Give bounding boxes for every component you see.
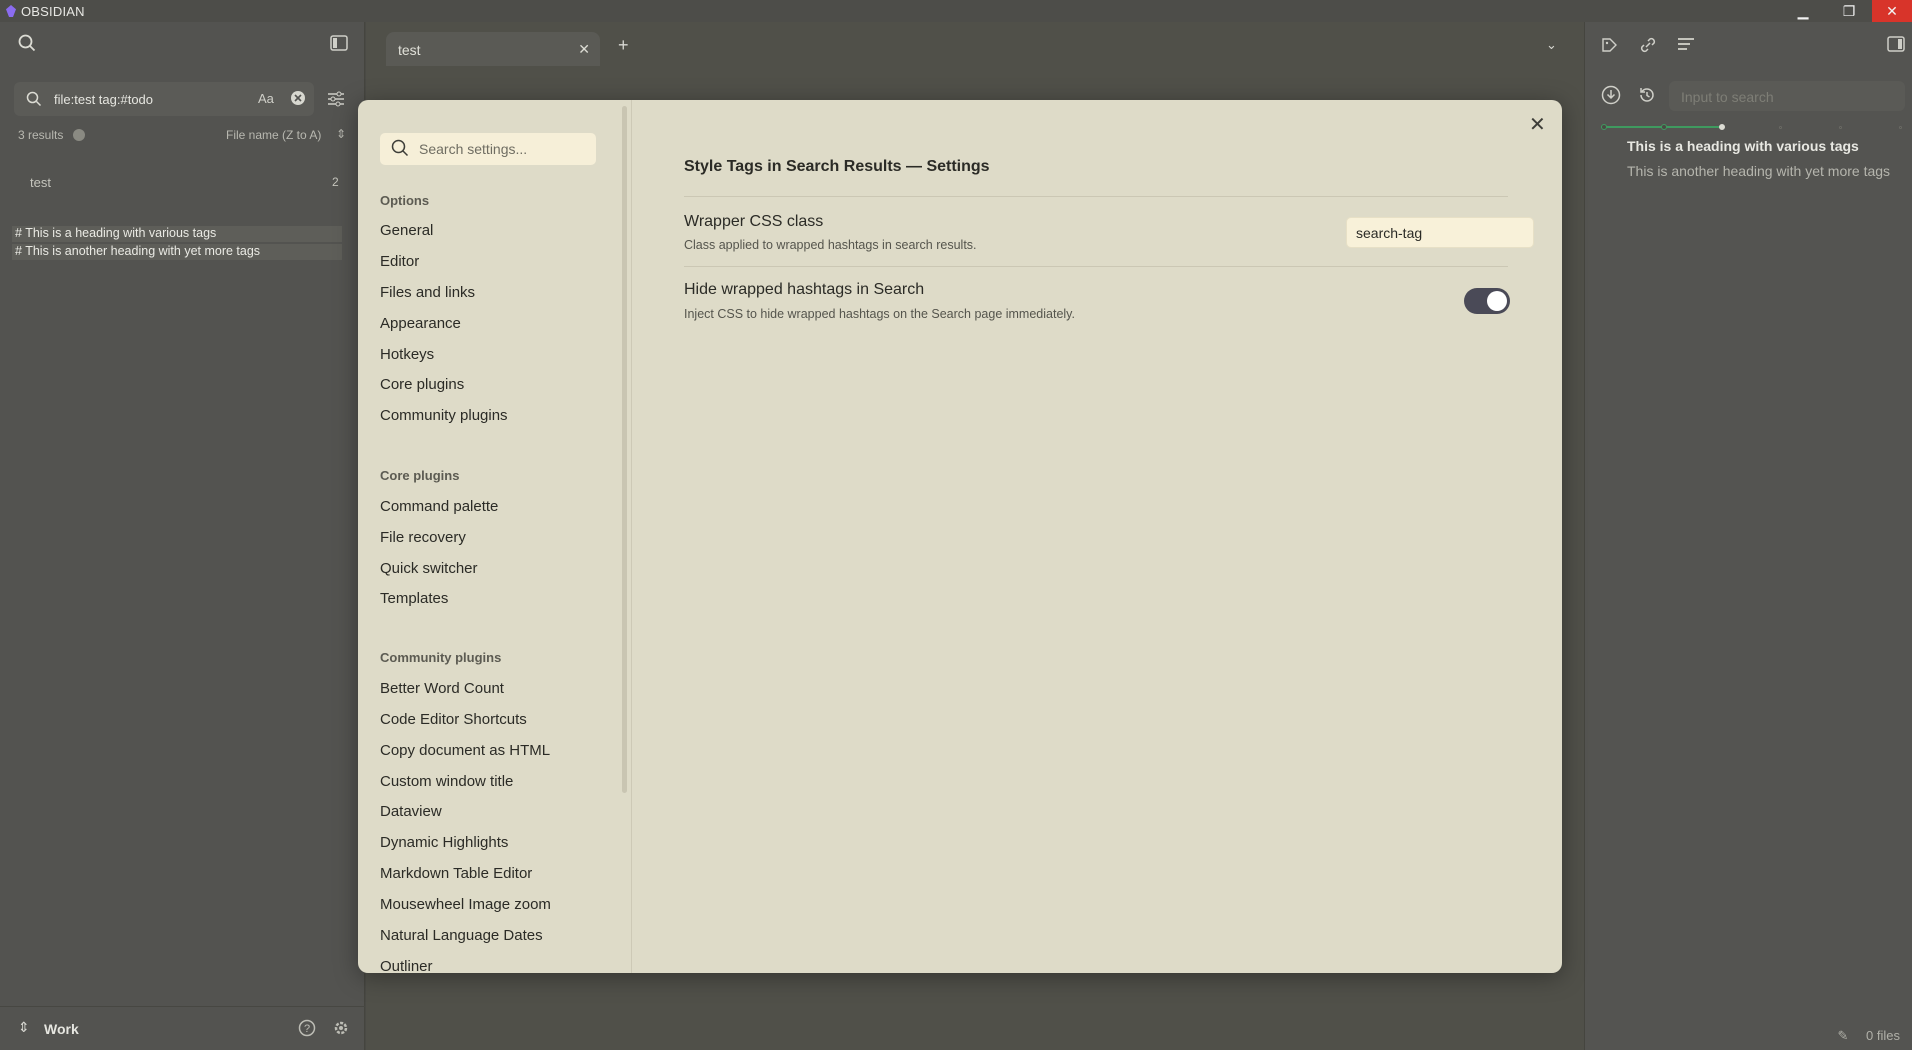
tab-label: test: [398, 42, 421, 58]
collapse-sidebar-icon[interactable]: [330, 35, 348, 55]
nav-item-code-editor-shortcuts[interactable]: Code Editor Shortcuts: [380, 711, 527, 728]
sort-chevron-icon: ⇕: [336, 127, 347, 141]
nav-item-core-plugins[interactable]: Core plugins: [380, 376, 464, 393]
nav-item-copy-document-as-html[interactable]: Copy document as HTML: [380, 742, 550, 759]
history-icon[interactable]: [1637, 85, 1657, 109]
nav-item-file-recovery[interactable]: File recovery: [380, 529, 466, 546]
outline-icon[interactable]: [1677, 36, 1695, 56]
setting-description: Class applied to wrapped hashtags in sea…: [684, 238, 977, 252]
slider-dot: [1839, 126, 1842, 129]
section-header-options: Options: [380, 193, 430, 208]
pencil-icon[interactable]: ✎: [1838, 1028, 1849, 1043]
gear-icon[interactable]: [332, 1019, 350, 1041]
close-tab-icon[interactable]: ✕: [578, 41, 590, 58]
outline-heading[interactable]: This is another heading with yet more ta…: [1627, 163, 1890, 179]
nav-item-command-palette[interactable]: Command palette: [380, 498, 498, 515]
search-result-line[interactable]: # This is a heading with various tags: [12, 226, 342, 242]
help-icon[interactable]: ?: [298, 1019, 316, 1041]
right-sidebar: Input to search This is a heading with v…: [1584, 22, 1912, 1050]
tag-icon[interactable]: [1601, 37, 1621, 57]
nav-item-outliner[interactable]: Outliner: [380, 958, 433, 973]
file-count: 0 files: [1866, 1028, 1900, 1043]
vault-footer: ⇕ Work ?: [0, 1006, 365, 1050]
setting-description: Inject CSS to hide wrapped hashtags on t…: [684, 307, 1075, 321]
search-settings-icon[interactable]: [327, 91, 345, 111]
nav-item-editor[interactable]: Editor: [380, 253, 419, 270]
settings-modal: Search settings... Options General Edito…: [358, 100, 1562, 973]
svg-text:?: ?: [304, 1023, 310, 1035]
settings-sidebar: Search settings... Options General Edito…: [358, 100, 632, 973]
outline-search-input[interactable]: Input to search: [1669, 81, 1905, 111]
search-icon: [26, 91, 42, 110]
divider: [684, 196, 1508, 197]
nav-item-general[interactable]: General: [380, 222, 433, 239]
vault-name[interactable]: Work: [44, 1021, 79, 1037]
divider: [684, 266, 1508, 267]
tab-test[interactable]: test ✕: [386, 32, 600, 66]
nav-item-community-plugins[interactable]: Community plugins: [380, 407, 508, 424]
settings-content: Style Tags in Search Results — Settings …: [632, 100, 1562, 973]
nav-item-dynamic-highlights[interactable]: Dynamic Highlights: [380, 834, 508, 851]
nav-item-natural-language-dates[interactable]: Natural Language Dates: [380, 927, 543, 944]
search-icon[interactable]: [18, 34, 36, 56]
slider-dot: [1779, 126, 1782, 129]
chevron-down-icon[interactable]: ⌄: [1546, 38, 1557, 51]
setting-name: Hide wrapped hashtags in Search: [684, 281, 925, 298]
obsidian-logo-icon: [6, 5, 16, 17]
tab-bar: test ✕ + ⌄: [366, 22, 1584, 66]
status-bar: ✎ 0 files: [1838, 1028, 1901, 1044]
nav-item-files-and-links[interactable]: Files and links: [380, 284, 475, 301]
hide-hashtags-toggle[interactable]: [1464, 288, 1510, 314]
slider-dot: [1661, 124, 1667, 130]
settings-search-placeholder: Search settings...: [419, 141, 528, 157]
search-icon: [391, 139, 409, 160]
vault-switch-icon[interactable]: ⇕: [18, 1020, 30, 1034]
settings-search-input[interactable]: Search settings...: [380, 133, 596, 165]
maximize-button[interactable]: ❐: [1826, 0, 1872, 22]
left-sidebar-toolbar: [0, 22, 365, 66]
match-case-button[interactable]: Aa: [258, 91, 274, 106]
section-header-community-plugins: Community plugins: [380, 650, 502, 665]
heading-level-slider[interactable]: [1601, 124, 1911, 130]
slider-dot: [1899, 126, 1902, 129]
nav-item-appearance[interactable]: Appearance: [380, 315, 461, 332]
slider-dot: [1601, 124, 1607, 130]
section-header-core-plugins: Core plugins: [380, 468, 460, 483]
app-title: OBSIDIAN: [21, 3, 85, 19]
clear-search-icon[interactable]: [290, 90, 306, 109]
search-result-line[interactable]: # This is another heading with yet more …: [12, 244, 342, 260]
nav-item-templates[interactable]: Templates: [380, 590, 448, 607]
wrapper-css-class-input[interactable]: [1346, 217, 1534, 248]
nav-item-hotkeys[interactable]: Hotkeys: [380, 346, 434, 363]
nav-item-better-word-count[interactable]: Better Word Count: [380, 680, 504, 697]
setting-name: Wrapper CSS class: [684, 213, 824, 230]
sort-dropdown[interactable]: File name (Z to A): [226, 128, 321, 142]
sidebar-scrollbar[interactable]: [622, 106, 627, 793]
collapse-right-sidebar-icon[interactable]: [1887, 36, 1905, 56]
results-more-icon[interactable]: [72, 129, 85, 141]
nav-item-markdown-table-editor[interactable]: Markdown Table Editor: [380, 865, 532, 882]
link-icon[interactable]: [1639, 36, 1657, 58]
search-query-text: file:test tag:#todo: [54, 91, 154, 107]
page-title: Style Tags in Search Results — Settings: [684, 158, 990, 175]
search-input[interactable]: file:test tag:#todo Aa: [14, 82, 314, 116]
nav-item-dataview[interactable]: Dataview: [380, 803, 442, 820]
download-icon[interactable]: [1601, 85, 1621, 109]
search-meta-row: 3 results File name (Z to A) ⇕: [18, 127, 348, 142]
nav-item-quick-switcher[interactable]: Quick switcher: [380, 560, 478, 577]
nav-item-custom-window-title[interactable]: Custom window title: [380, 773, 513, 790]
left-sidebar: file:test tag:#todo Aa 3 results File na…: [0, 22, 365, 1050]
result-file-name[interactable]: test: [30, 175, 51, 190]
new-tab-icon[interactable]: +: [618, 36, 629, 54]
nav-item-mousewheel-image-zoom[interactable]: Mousewheel Image zoom: [380, 896, 551, 913]
results-count: 3 results: [18, 128, 64, 142]
toggle-knob: [1487, 291, 1507, 311]
title-bar: OBSIDIAN ▁ ❐ ✕: [0, 0, 1912, 22]
slider-handle[interactable]: [1719, 124, 1725, 130]
close-window-button[interactable]: ✕: [1872, 0, 1912, 22]
minimize-button[interactable]: ▁: [1780, 0, 1826, 22]
outline-heading[interactable]: This is a heading with various tags: [1627, 138, 1859, 154]
result-match-count: 2: [332, 175, 339, 189]
